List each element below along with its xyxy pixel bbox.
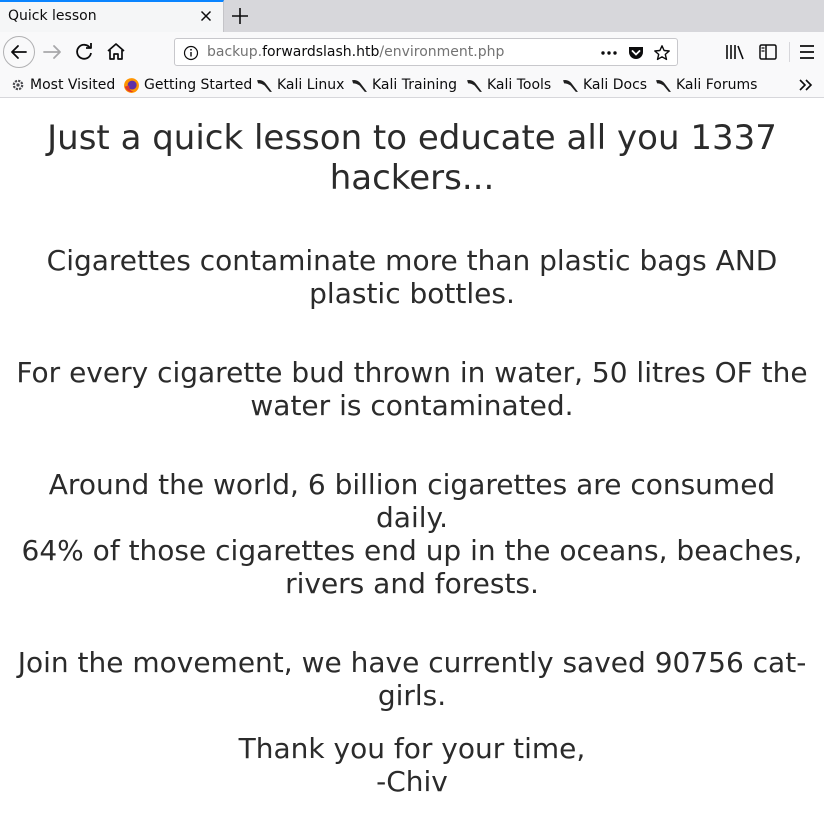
bookmark-kali-linux[interactable]: Kali Linux xyxy=(256,75,344,95)
library-icon[interactable] xyxy=(724,42,746,62)
bookmark-label: Kali Linux xyxy=(277,77,345,93)
bookmark-kali-forums[interactable]: Kali Forums xyxy=(655,75,757,95)
url-text[interactable]: backup.forwardslash.htb/environment.php xyxy=(207,44,504,60)
more-actions-icon[interactable] xyxy=(599,45,619,61)
signoff: Thank you for your time, -Chiv xyxy=(10,732,814,798)
bookmark-label: Getting Started xyxy=(144,77,253,93)
pocket-icon[interactable] xyxy=(627,44,645,62)
kali-dragon-icon xyxy=(352,79,367,92)
tab-strip: Quick lesson xyxy=(0,0,824,32)
sidebar-toggle-icon[interactable] xyxy=(758,42,778,62)
bookmark-label: Kali Training xyxy=(372,77,457,93)
back-button[interactable] xyxy=(3,36,35,68)
paragraph-plastic: Cigarettes contaminate more than plastic… xyxy=(46,244,778,310)
url-subdomain: backup. xyxy=(207,44,263,60)
paragraph-world-line2: 64% of those cigarettes end up in the oc… xyxy=(21,534,803,600)
page-content: Just a quick lesson to educate all you 1… xyxy=(10,118,814,798)
signoff-line1: Thank you for your time, xyxy=(238,732,586,765)
reload-icon xyxy=(76,43,92,60)
plus-icon[interactable] xyxy=(230,6,250,26)
info-icon[interactable] xyxy=(183,45,199,61)
toolbar-separator xyxy=(789,42,790,62)
bookmark-label: Kali Forums xyxy=(676,77,758,93)
bookmark-getting-started[interactable]: Getting Started xyxy=(123,75,252,95)
arrow-right-icon xyxy=(43,45,61,59)
reload-button[interactable] xyxy=(68,36,100,68)
close-icon[interactable] xyxy=(198,8,214,24)
paragraph-movement: Join the movement, we have currently sav… xyxy=(17,646,807,712)
signoff-author: -Chiv xyxy=(376,765,448,798)
hamburger-menu-icon[interactable] xyxy=(798,42,816,62)
gear-icon xyxy=(12,79,24,91)
bookmark-label: Most Visited xyxy=(30,77,116,93)
bookmark-label: Kali Docs xyxy=(583,77,648,93)
kali-dragon-icon xyxy=(467,79,482,92)
bookmarks-toolbar: Most Visited Getting Started Kali Linux … xyxy=(0,72,824,98)
paragraph-world: Around the world, 6 billion cigarettes a… xyxy=(10,468,814,600)
firefox-icon xyxy=(124,77,139,93)
bookmark-most-visited[interactable]: Most Visited xyxy=(10,75,115,95)
bookmark-kali-training[interactable]: Kali Training xyxy=(351,75,457,95)
page-headline: Just a quick lesson to educate all you 1… xyxy=(47,118,777,198)
paragraph-water: For every cigarette bud thrown in water,… xyxy=(16,356,808,422)
chevron-double-right-icon[interactable] xyxy=(796,76,816,94)
arrow-left-icon xyxy=(11,45,27,59)
bookmark-kali-tools[interactable]: Kali Tools xyxy=(466,75,551,95)
url-path: /environment.php xyxy=(379,44,505,60)
tab-title: Quick lesson xyxy=(8,8,97,24)
star-icon[interactable] xyxy=(653,44,671,62)
home-icon xyxy=(107,43,125,60)
url-domain: forwardslash.htb xyxy=(262,44,380,60)
bookmark-label: Kali Tools xyxy=(487,77,552,93)
kali-dragon-icon xyxy=(563,79,578,92)
bookmark-kali-docs[interactable]: Kali Docs xyxy=(562,75,647,95)
paragraph-world-line1: Around the world, 6 billion cigarettes a… xyxy=(48,468,776,534)
tab-quick-lesson[interactable]: Quick lesson xyxy=(0,0,224,32)
forward-button[interactable] xyxy=(36,36,68,68)
page-viewport: Just a quick lesson to educate all you 1… xyxy=(0,98,824,816)
kali-dragon-icon xyxy=(656,79,671,92)
home-button[interactable] xyxy=(100,36,132,68)
kali-dragon-icon xyxy=(257,79,272,92)
navigation-toolbar: backup.forwardslash.htb/environment.php xyxy=(0,32,824,72)
url-bar[interactable]: backup.forwardslash.htb/environment.php xyxy=(174,38,678,66)
